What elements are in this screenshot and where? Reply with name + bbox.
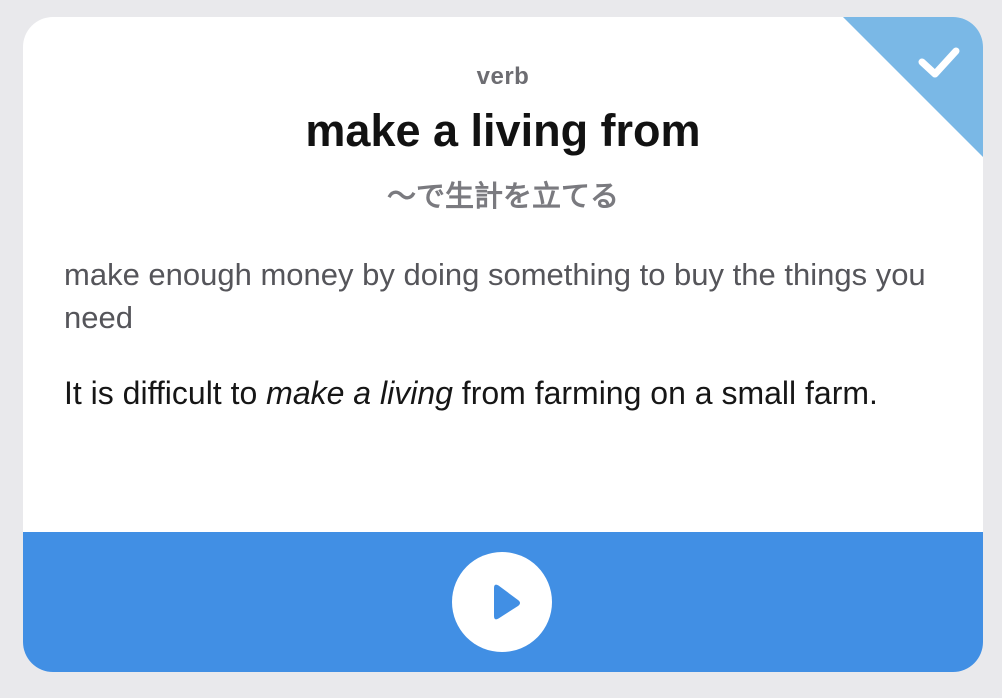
definition-text: make enough money by doing something to … [64,257,926,335]
flashcard: verb make a living from ～で生計を立てる make en… [23,17,983,672]
play-audio-button[interactable] [452,552,552,652]
translation: ～で生計を立てる [386,179,619,213]
play-icon [494,584,520,620]
term-title: make a living from [305,105,701,156]
example-text-before: It is difficult to [64,375,267,411]
audio-footer [23,532,983,672]
example-highlight: make a living [266,375,453,411]
example-text-after: from farming on a small farm. [452,375,878,411]
part-of-speech: verb [476,63,530,90]
example-sentence: It is difficult to make a living from fa… [64,369,944,417]
